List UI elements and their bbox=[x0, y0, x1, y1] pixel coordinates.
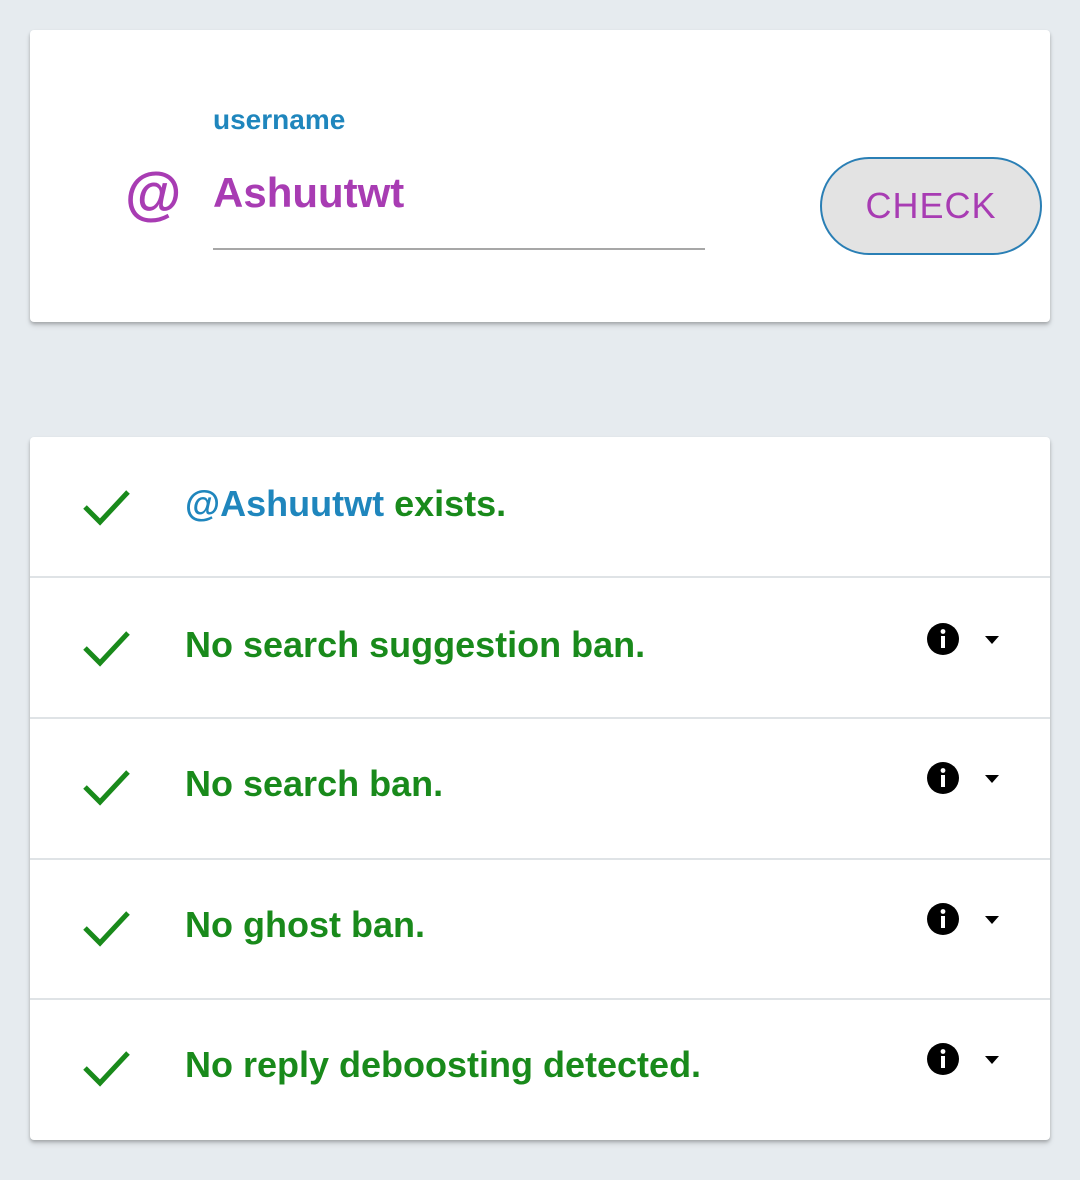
check-icon bbox=[83, 631, 130, 667]
check-icon bbox=[83, 770, 130, 806]
username-label: username bbox=[213, 104, 346, 135]
result-row-search-suggestion-ban[interactable]: No search suggestion ban. bbox=[30, 578, 1050, 718]
result-text: @Ashuutwt exists. bbox=[185, 483, 506, 525]
check-icon bbox=[83, 490, 130, 526]
info-icon[interactable] bbox=[926, 761, 960, 795]
result-row-ghost-ban[interactable]: No ghost ban. bbox=[30, 860, 1050, 1000]
result-text: No ghost ban. bbox=[185, 904, 425, 945]
result-text: No search ban. bbox=[185, 763, 444, 804]
at-icon: @ bbox=[124, 162, 181, 227]
dropdown-arrow-icon[interactable] bbox=[982, 914, 1002, 926]
check-icon bbox=[83, 1051, 130, 1087]
result-text: No search suggestion ban. bbox=[185, 624, 646, 665]
info-icon[interactable] bbox=[926, 902, 960, 936]
info-icon[interactable] bbox=[926, 622, 960, 656]
username-handle: @Ashuutwt bbox=[185, 483, 385, 524]
check-button[interactable]: CHECK bbox=[820, 157, 1042, 255]
username-input[interactable] bbox=[213, 158, 705, 250]
dropdown-arrow-icon[interactable] bbox=[982, 773, 1002, 785]
exists-text: exists. bbox=[384, 483, 507, 524]
check-icon bbox=[83, 911, 130, 947]
result-row-search-ban[interactable]: No search ban. bbox=[30, 719, 1050, 859]
info-icon[interactable] bbox=[926, 1042, 960, 1076]
results-card: @Ashuutwt exists. No search suggestion b… bbox=[30, 437, 1050, 1140]
result-row-exists: @Ashuutwt exists. bbox=[30, 437, 1050, 577]
result-text: No reply deboosting detected. bbox=[185, 1044, 702, 1085]
result-row-reply-deboosting[interactable]: No reply deboosting detected. bbox=[30, 1000, 1050, 1140]
dropdown-arrow-icon[interactable] bbox=[982, 634, 1002, 646]
username-form-card: @ username CHECK bbox=[30, 30, 1050, 322]
dropdown-arrow-icon[interactable] bbox=[982, 1054, 1002, 1066]
